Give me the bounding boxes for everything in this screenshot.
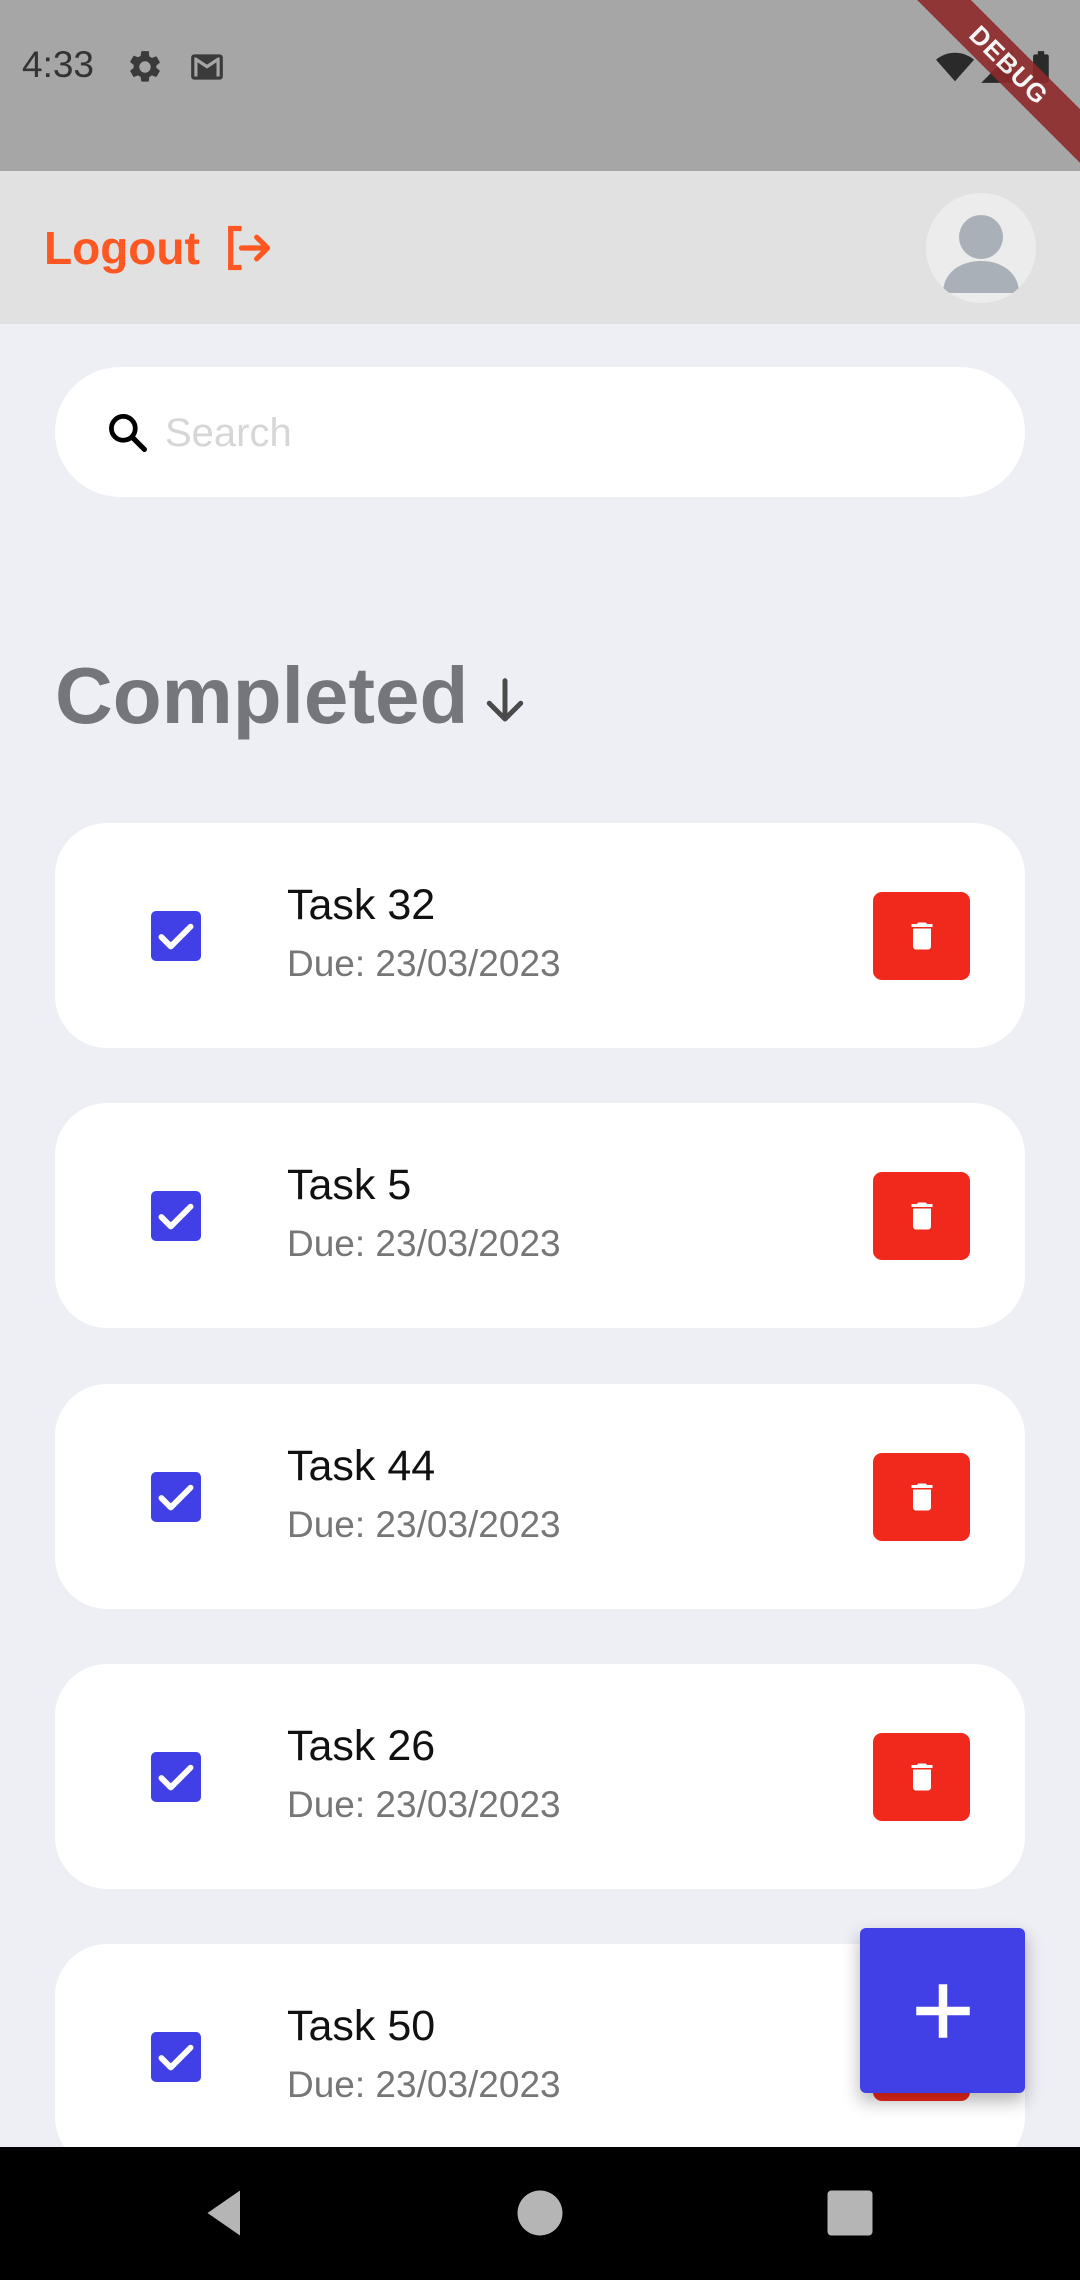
search-bar[interactable] (55, 367, 1025, 497)
task-due-date: Due: 23/03/2023 (287, 1223, 561, 1264)
delete-button[interactable] (873, 1733, 970, 1821)
section-header[interactable]: Completed (55, 650, 532, 742)
debug-ribbon: DEBUG (900, 0, 1080, 174)
task-card[interactable]: Task 26 Due: 23/03/2023 (55, 1664, 1025, 1889)
trash-icon (911, 1763, 932, 1791)
avatar[interactable] (926, 193, 1036, 303)
task-due-date: Due: 23/03/2023 (287, 1504, 561, 1545)
task-due-date: Due: 23/03/2023 (287, 1784, 561, 1825)
task-checkbox[interactable] (151, 2032, 201, 2082)
task-due-date: Due: 23/03/2023 (287, 943, 561, 984)
task-card[interactable]: Task 44 Due: 23/03/2023 (55, 1384, 1025, 1609)
delete-button[interactable] (873, 1453, 970, 1541)
task-title: Task 32 (287, 881, 436, 929)
status-bar: 4:33 DEBUG (0, 0, 1080, 174)
check-icon (158, 2044, 194, 2071)
logout-label: Logout (44, 222, 200, 274)
task-title: Task 5 (287, 1161, 412, 1209)
arrow-down-icon[interactable] (478, 674, 532, 728)
check-icon (158, 1764, 194, 1791)
task-card[interactable]: Task 32 Due: 23/03/2023 (55, 823, 1025, 1048)
person-icon (943, 215, 1019, 293)
check-icon (158, 1484, 194, 1511)
task-title: Task 44 (287, 1442, 436, 1490)
wifi-icon (936, 52, 974, 82)
plus-icon (915, 1983, 970, 2038)
delete-button[interactable] (873, 892, 970, 980)
add-task-button[interactable] (860, 1928, 1025, 2093)
recents-icon[interactable] (820, 2183, 880, 2243)
home-icon[interactable] (510, 2183, 570, 2243)
trash-icon (911, 1483, 932, 1511)
app-bar: Logout (0, 171, 1080, 324)
status-time: 4:33 (22, 44, 95, 85)
section-title: Completed (55, 651, 469, 740)
logout-button[interactable]: Logout (44, 213, 274, 283)
trash-icon (911, 1202, 932, 1230)
check-icon (158, 923, 194, 950)
task-checkbox[interactable] (151, 911, 201, 961)
task-card[interactable]: Task 5 Due: 23/03/2023 (55, 1103, 1025, 1328)
task-due-date: Due: 23/03/2023 (287, 2064, 561, 2105)
task-checkbox[interactable] (151, 1472, 201, 1522)
check-icon (158, 1203, 194, 1230)
delete-button[interactable] (873, 1172, 970, 1260)
search-icon (109, 414, 147, 452)
back-icon[interactable] (195, 2183, 255, 2243)
logout-icon (227, 225, 270, 271)
trash-icon (911, 922, 932, 950)
search-input[interactable] (163, 397, 987, 469)
task-title: Task 26 (287, 1722, 436, 1770)
settings-icon (130, 51, 160, 82)
task-checkbox[interactable] (151, 1752, 201, 1802)
navigation-bar (0, 2147, 1080, 2280)
task-checkbox[interactable] (151, 1191, 201, 1241)
gmail-icon (191, 54, 223, 80)
task-title: Task 50 (287, 2002, 436, 2050)
